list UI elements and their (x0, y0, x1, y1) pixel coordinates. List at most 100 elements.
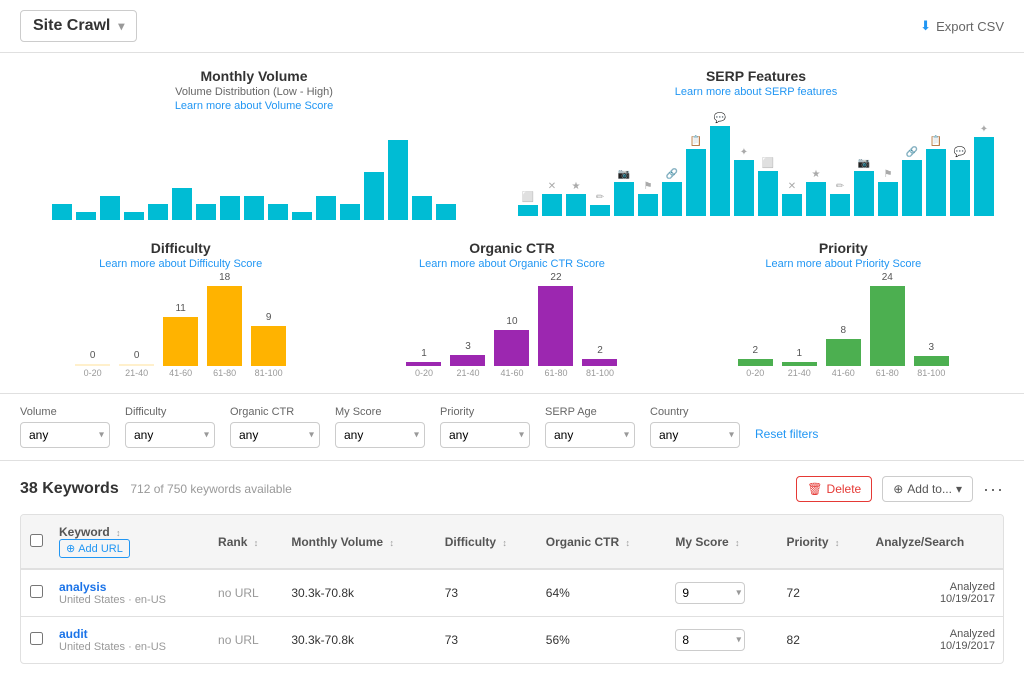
my-score-select-1[interactable]: 8 (675, 629, 745, 651)
keyword-cell: analysis United States · en-US (51, 569, 210, 617)
organic-ctr-chart: Organic CTR Learn more about Organic CTR… (351, 240, 672, 378)
keyword-name: analysis (59, 580, 202, 594)
table-row: analysis United States · en-US no URL 30… (21, 569, 1003, 617)
rank-cell: no URL (210, 569, 283, 617)
header: Site Crawl ▾ ⬇ Export CSV (0, 0, 1024, 53)
serp-bar-group: ✕ (542, 181, 562, 217)
bottom-charts: Difficulty Learn more about Difficulty S… (20, 240, 1004, 378)
keywords-table-wrapper: Keyword ↕ ⊕ Add URL Rank ↕ Monthly Volum… (20, 514, 1004, 664)
keywords-availability: 712 of 750 keywords available (130, 482, 291, 496)
ms-sort-icon[interactable]: ↕ (735, 538, 740, 548)
add-to-arrow-icon: ▾ (956, 482, 962, 496)
monthly-volume-title: Monthly Volume (20, 68, 488, 84)
keyword-sort-icon[interactable]: ↕ (116, 528, 121, 538)
monthly-volume-cell: 30.3k-70.8k (283, 569, 436, 617)
organic-ctr-link[interactable]: Learn more about Organic CTR Score (351, 258, 672, 270)
trash-icon: 🗑 (807, 482, 822, 496)
download-icon: ⬇ (920, 18, 931, 34)
rank-sort-icon[interactable]: ↕ (254, 538, 259, 548)
priority-title: Priority (683, 240, 1004, 256)
my-score-header: My Score ↕ (667, 515, 778, 569)
serp-bar-group: ✏ (590, 192, 610, 216)
keyword-region: United States · en-US (59, 641, 202, 653)
table-row: audit United States · en-US no URL 30.3k… (21, 617, 1003, 664)
row-checkbox-1[interactable] (30, 632, 43, 645)
keywords-title-group: 38 Keywords 712 of 750 keywords availabl… (20, 480, 292, 498)
volume-filter-select[interactable]: any (20, 422, 110, 448)
monthly-volume-header: Monthly Volume ↕ (283, 515, 436, 569)
priority-link[interactable]: Learn more about Priority Score (683, 258, 1004, 270)
bar-group: 021-40 (117, 350, 157, 378)
organic-ctr-filter-select[interactable]: any (230, 422, 320, 448)
rank-header: Rank ↕ (210, 515, 283, 569)
my-score-filter-wrapper: any (335, 422, 425, 448)
priority-cell: 82 (779, 617, 868, 664)
bar-group: 381-100 (911, 342, 951, 378)
add-url-button[interactable]: ⊕ Add URL (59, 539, 130, 558)
bar-group (412, 196, 432, 220)
country-filter-group: Country any (650, 406, 740, 448)
filters-section: Volume any Difficulty any Organic CTR an… (0, 394, 1024, 461)
delete-button[interactable]: 🗑 Delete (796, 476, 872, 502)
monthly-volume-bars (20, 120, 488, 220)
monthly-volume-chart: Monthly Volume Volume Distribution (Low … (20, 68, 488, 220)
organic-ctr-header: Organic CTR ↕ (538, 515, 668, 569)
bar-group (436, 204, 456, 220)
bar-group: 1141-60 (161, 303, 201, 378)
add-to-button[interactable]: ⊕ Add to... ▾ (882, 476, 973, 502)
serp-bar-group: ✏ (830, 181, 850, 217)
organic-ctr-bars: 10-20321-401041-602261-80281-100 (351, 278, 672, 378)
bar-group: 10-20 (404, 348, 444, 378)
organic-ctr-cell: 56% (538, 617, 668, 664)
select-all-header[interactable] (21, 515, 51, 569)
my-score-cell: 9 (667, 569, 778, 617)
country-filter-select[interactable]: any (650, 422, 740, 448)
select-all-checkbox[interactable] (30, 534, 43, 547)
site-crawl-dropdown[interactable]: Site Crawl ▾ (20, 10, 137, 42)
serp-age-filter-select[interactable]: any (545, 422, 635, 448)
keyword-region: United States · en-US (59, 594, 202, 606)
monthly-volume-link[interactable]: Learn more about Volume Score (20, 100, 488, 112)
serp-bar-group: ⬜ (758, 158, 778, 216)
my-score-select-0[interactable]: 9 (675, 582, 745, 604)
bar-group: 20-20 (735, 345, 775, 378)
plus-icon: ⊕ (893, 482, 903, 496)
serp-features-link[interactable]: Learn more about SERP features (508, 86, 1004, 98)
diff-sort-icon[interactable]: ↕ (502, 538, 507, 548)
priority-filter-select[interactable]: any (440, 422, 530, 448)
bar-group (316, 196, 336, 220)
mv-sort-icon[interactable]: ↕ (389, 538, 394, 548)
serp-features-bars: ⬜✕★✏📷⚑🔗📋💬✦⬜✕★✏📷⚑🔗📋💬✦ (508, 106, 1004, 216)
organic-ctr-cell: 64% (538, 569, 668, 617)
ctr-sort-icon[interactable]: ↕ (625, 538, 630, 548)
export-csv-button[interactable]: ⬇ Export CSV (920, 18, 1004, 34)
keyword-header: Keyword ↕ ⊕ Add URL (51, 515, 210, 569)
top-charts: Monthly Volume Volume Distribution (Low … (20, 68, 1004, 220)
reset-filters-button[interactable]: Reset filters (755, 427, 818, 441)
difficulty-bars: 00-20021-401141-601861-80981-100 (20, 278, 341, 378)
more-options-button[interactable]: ··· (983, 479, 1004, 500)
bar-group (76, 212, 96, 220)
bar-group (100, 196, 120, 220)
row-checkbox-0[interactable] (30, 585, 43, 598)
row-checkbox-cell (21, 617, 51, 664)
volume-filter-group: Volume any (20, 406, 110, 448)
difficulty-chart: Difficulty Learn more about Difficulty S… (20, 240, 341, 378)
serp-age-filter-group: SERP Age any (545, 406, 635, 448)
pri-sort-icon[interactable]: ↕ (835, 538, 840, 548)
bar-group (268, 204, 288, 220)
analyze-search-cell: Analyzed10/19/2017 (868, 617, 1003, 664)
bar-group (364, 172, 384, 220)
my-score-filter-select[interactable]: any (335, 422, 425, 448)
serp-age-filter-wrapper: any (545, 422, 635, 448)
row-checkbox-cell (21, 569, 51, 617)
analyze-search-header: Analyze/Search (868, 515, 1003, 569)
serp-bar-group: 💬 (950, 147, 970, 216)
charts-section: Monthly Volume Volume Distribution (Low … (0, 53, 1024, 394)
country-filter-wrapper: any (650, 422, 740, 448)
serp-bar-group: ★ (566, 181, 586, 217)
difficulty-filter-select[interactable]: any (125, 422, 215, 448)
serp-bar-group: ⚑ (638, 181, 658, 217)
difficulty-link[interactable]: Learn more about Difficulty Score (20, 258, 341, 270)
serp-bar-group: 📋 (686, 136, 706, 217)
